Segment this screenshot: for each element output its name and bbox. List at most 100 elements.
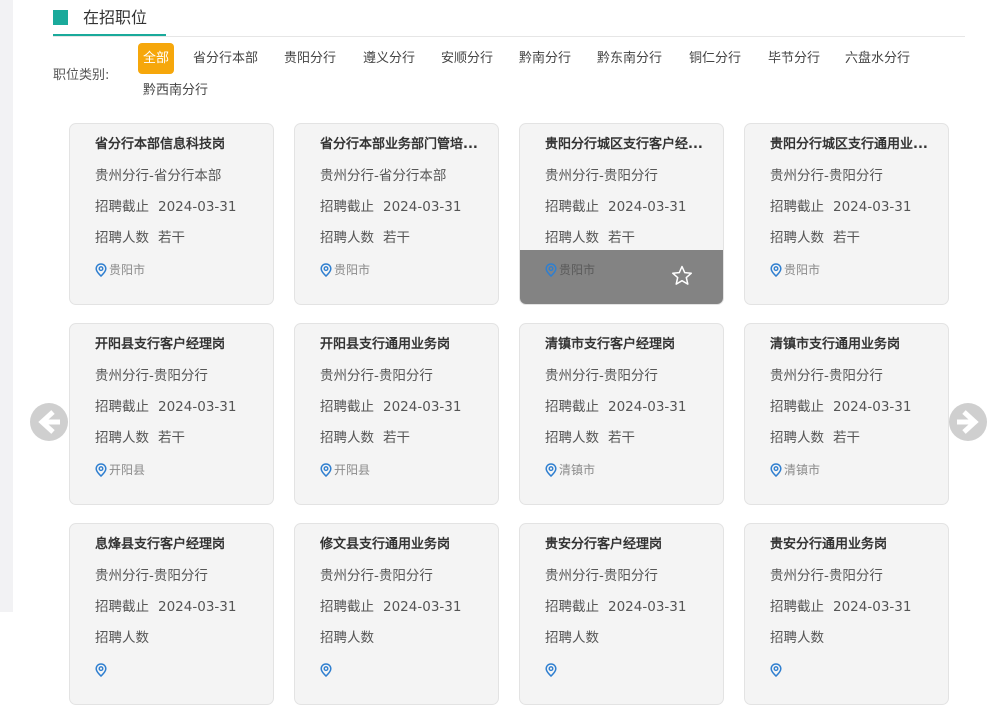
section-header: 在招职位: [53, 0, 965, 37]
next-page-arrow-icon[interactable]: [948, 402, 988, 442]
job-location: 贵阳市: [545, 262, 595, 278]
job-card[interactable]: 开阳县支行客户经理岗 贵州分行-贵阳分行 招聘截止 2024-03-31 招聘人数 若干开…: [69, 323, 274, 505]
job-headcount: 招聘人数 若干: [770, 429, 860, 447]
job-department: 贵州分行-贵阳分行: [95, 368, 208, 384]
deadline-label: 招聘截止: [545, 599, 599, 615]
job-headcount: 招聘人数: [320, 629, 383, 647]
headcount-value: 若干: [158, 430, 185, 446]
headcount-value: 若干: [608, 230, 635, 246]
job-headcount: 招聘人数: [95, 629, 158, 647]
filter-province-hq[interactable]: 省分行本部: [188, 43, 263, 74]
filter-qianxinan[interactable]: 黔西南分行: [138, 75, 213, 106]
left-gutter: [0, 0, 13, 612]
headcount-label: 招聘人数: [95, 430, 149, 446]
job-card[interactable]: 贵安分行客户经理岗 贵州分行-贵阳分行 招聘截止 2024-03-31 招聘人数: [519, 523, 724, 705]
headcount-value: 若干: [833, 430, 860, 446]
job-card[interactable]: 开阳县支行通用业务岗 贵州分行-贵阳分行 招聘截止 2024-03-31 招聘人数 若干开…: [294, 323, 499, 505]
filter-liupanshui[interactable]: 六盘水分行: [840, 43, 915, 74]
deadline-label: 招聘截止: [320, 199, 374, 215]
job-deadline: 招聘截止 2024-03-31: [770, 398, 911, 416]
favorite-star-icon[interactable]: [670, 264, 694, 288]
job-deadline: 招聘截止 2024-03-31: [320, 198, 461, 216]
deadline-value: 2024-03-31: [158, 599, 237, 615]
headcount-label: 招聘人数: [770, 430, 824, 446]
location-text: 贵阳市: [784, 263, 821, 277]
deadline-value: 2024-03-31: [608, 199, 687, 215]
job-headcount: 招聘人数 若干: [320, 429, 410, 447]
filter-bijie[interactable]: 毕节分行: [763, 43, 825, 74]
job-location: [95, 662, 109, 678]
filter-guiyang[interactable]: 贵阳分行: [279, 43, 341, 74]
filter-all[interactable]: 全部: [138, 43, 175, 74]
deadline-value: 2024-03-31: [158, 199, 237, 215]
map-pin-icon: [770, 663, 782, 677]
headcount-value: 若干: [383, 230, 410, 246]
job-deadline: 招聘截止 2024-03-31: [545, 598, 686, 616]
deadline-label: 招聘截止: [770, 199, 824, 215]
filter-anshun[interactable]: 安顺分行: [436, 43, 498, 74]
map-pin-icon: [95, 663, 107, 677]
filter-tongren[interactable]: 铜仁分行: [684, 43, 746, 74]
deadline-label: 招聘截止: [95, 199, 149, 215]
job-department: 贵州分行-省分行本部: [320, 168, 447, 184]
filter-zunyi[interactable]: 遵义分行: [358, 43, 420, 74]
location-text: 贵阳市: [109, 263, 146, 277]
job-title: 省分行本部业务部门管培...: [320, 137, 478, 152]
filter-label: 职位类别:: [53, 68, 110, 83]
map-pin-icon: [545, 263, 557, 277]
headcount-label: 招聘人数: [770, 630, 824, 646]
location-text: 开阳县: [109, 463, 146, 477]
job-department: 贵州分行-贵阳分行: [320, 368, 433, 384]
job-title: 贵阳分行城区支行客户经...: [545, 137, 703, 152]
job-title: 省分行本部信息科技岗: [95, 137, 226, 152]
job-headcount: 招聘人数: [770, 629, 833, 647]
job-department: 贵州分行-贵阳分行: [545, 168, 658, 184]
deadline-label: 招聘截止: [95, 599, 149, 615]
job-card[interactable]: 清镇市支行客户经理岗 贵州分行-贵阳分行 招聘截止 2024-03-31 招聘人数 若干清…: [519, 323, 724, 505]
job-title: 贵安分行客户经理岗: [545, 537, 663, 552]
headcount-value: 若干: [383, 430, 410, 446]
job-card[interactable]: 贵阳分行城区支行通用业... 贵州分行-贵阳分行 招聘截止 2024-03-31 招聘人…: [744, 123, 949, 305]
deadline-label: 招聘截止: [545, 399, 599, 415]
job-card[interactable]: 省分行本部信息科技岗 贵州分行-省分行本部 招聘截止 2024-03-31 招聘人数 若干…: [69, 123, 274, 305]
job-location: 贵阳市: [770, 262, 820, 278]
job-headcount: 招聘人数 若干: [95, 429, 185, 447]
headcount-label: 招聘人数: [95, 630, 149, 646]
job-card[interactable]: 贵阳分行城区支行客户经... 贵州分行-贵阳分行 招聘截止 2024-03-31 招聘人…: [519, 123, 724, 305]
job-card[interactable]: 息烽县支行客户经理岗 贵州分行-贵阳分行 招聘截止 2024-03-31 招聘人数: [69, 523, 274, 705]
category-filter-list: 全部 省分行本部 贵阳分行 遵义分行 安顺分行 黔南分行 黔东南分行 铜仁分行 毕节分行 六盘水分…: [138, 43, 948, 113]
headcount-value: 若干: [608, 430, 635, 446]
job-deadline: 招聘截止 2024-03-31: [545, 198, 686, 216]
job-location: 清镇市: [545, 462, 595, 478]
section-title-underline: [53, 34, 166, 36]
headcount-label: 招聘人数: [320, 630, 374, 646]
filter-qiannan[interactable]: 黔南分行: [514, 43, 576, 74]
job-title: 贵安分行通用业务岗: [770, 537, 888, 552]
deadline-label: 招聘截止: [545, 199, 599, 215]
section-marker: [53, 10, 68, 25]
job-card[interactable]: 清镇市支行通用业务岗 贵州分行-贵阳分行 招聘截止 2024-03-31 招聘人数 若干清…: [744, 323, 949, 505]
deadline-label: 招聘截止: [770, 399, 824, 415]
headcount-label: 招聘人数: [545, 630, 599, 646]
job-department: 贵州分行-贵阳分行: [545, 368, 658, 384]
job-headcount: 招聘人数 若干: [545, 229, 635, 247]
headcount-label: 招聘人数: [770, 230, 824, 246]
headcount-value: 若干: [158, 230, 185, 246]
job-card[interactable]: 修文县支行通用业务岗 贵州分行-贵阳分行 招聘截止 2024-03-31 招聘人数: [294, 523, 499, 705]
job-location: [545, 662, 559, 678]
deadline-label: 招聘截止: [95, 399, 149, 415]
job-card[interactable]: 省分行本部业务部门管培... 贵州分行-省分行本部 招聘截止 2024-03-31 招聘…: [294, 123, 499, 305]
job-deadline: 招聘截止 2024-03-31: [320, 598, 461, 616]
prev-page-arrow-icon[interactable]: [29, 402, 69, 442]
map-pin-icon: [770, 263, 782, 277]
job-location: 开阳县: [95, 462, 145, 478]
filter-qiandongnan[interactable]: 黔东南分行: [592, 43, 667, 74]
job-headcount: 招聘人数 若干: [320, 229, 410, 247]
map-pin-icon: [545, 463, 557, 477]
job-headcount: 招聘人数 若干: [545, 429, 635, 447]
job-department: 贵州分行-省分行本部: [95, 168, 222, 184]
job-card[interactable]: 贵安分行通用业务岗 贵州分行-贵阳分行 招聘截止 2024-03-31 招聘人数: [744, 523, 949, 705]
location-text: 清镇市: [559, 463, 596, 477]
job-department: 贵州分行-贵阳分行: [770, 168, 883, 184]
job-location: 贵阳市: [95, 262, 145, 278]
